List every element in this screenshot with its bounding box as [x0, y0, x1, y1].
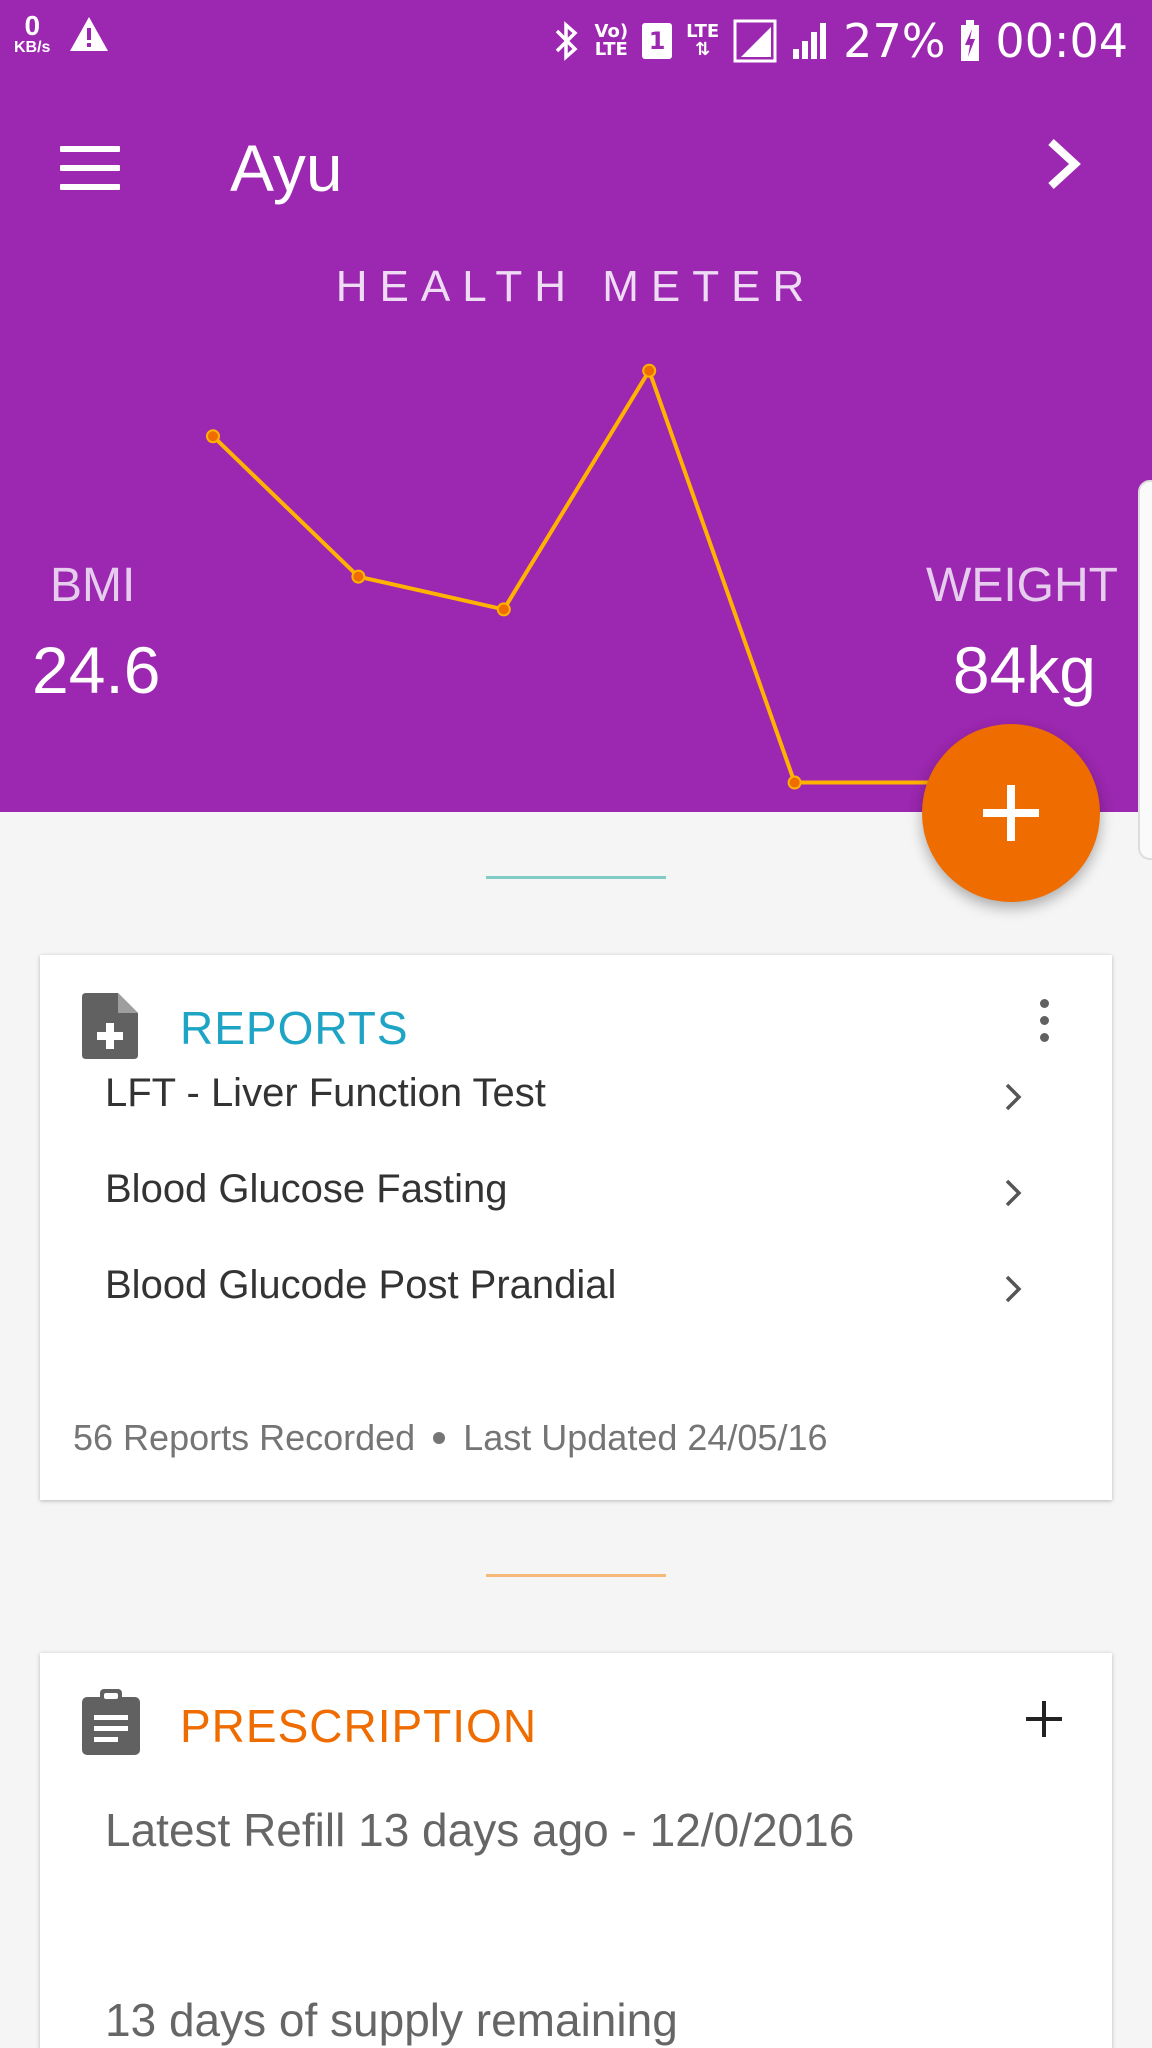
bmi-value: 24.6	[32, 633, 161, 707]
battery-charging-icon	[961, 20, 980, 61]
separator-dot	[433, 1432, 446, 1444]
data-point	[206, 429, 220, 444]
reports-title: REPORTS	[180, 1002, 409, 1054]
data-point	[642, 363, 657, 378]
reports-count: 56 Reports Recorded	[73, 1417, 416, 1458]
health-header: Ayu HEALTH METER BMI 24.6 WEIGHT 84kg	[0, 80, 1152, 812]
volte-bottom: LTE	[594, 39, 628, 60]
battery-percent: 27%	[843, 14, 946, 68]
report-item[interactable]: Blood Glucode Post Prandial	[105, 1249, 1085, 1329]
report-item-label: Blood Glucode Post Prandial	[105, 1263, 617, 1307]
section-divider	[486, 1574, 666, 1577]
report-item-label: Blood Glucose Fasting	[105, 1167, 508, 1211]
chevron-right-icon	[1005, 1275, 1022, 1303]
reports-footer: 56 Reports Recorded Last Updated 24/05/1…	[73, 1417, 828, 1459]
reports-last-updated: Last Updated 24/05/16	[463, 1417, 828, 1458]
clipboard-icon	[82, 1689, 140, 1755]
report-item[interactable]: Blood Glucose Fasting	[105, 1153, 1085, 1233]
weight-value: 84kg	[952, 633, 1096, 707]
bmi-label: BMI	[50, 559, 136, 612]
more-options-icon[interactable]	[1032, 999, 1056, 1049]
signal-icon-sim1	[733, 19, 777, 63]
latest-refill-text: Latest Refill 13 days ago - 12/0/2016	[105, 1804, 855, 1856]
section-divider	[486, 876, 666, 879]
signal-icon-sim2	[793, 23, 827, 59]
prescription-title: PRESCRIPTION	[180, 1700, 538, 1752]
status-bar: 0 KB/s Vo) LTE 1 LTE ⇅ 27% 00:04	[0, 0, 1152, 80]
volte-indicator: Vo) LTE	[595, 23, 629, 59]
clock: 00:04	[995, 14, 1128, 68]
chevron-right-icon	[1005, 1083, 1022, 1111]
series-line	[211, 366, 940, 785]
data-arrows-icon: ⇅	[695, 39, 711, 60]
add-button[interactable]	[922, 724, 1100, 902]
data-point	[787, 775, 802, 790]
add-prescription-icon[interactable]	[1022, 1697, 1066, 1741]
side-drawer-handle[interactable]	[1138, 480, 1152, 860]
sim-indicator: 1	[642, 23, 673, 59]
network-speed: 0 KB/s	[14, 12, 50, 56]
bluetooth-icon	[555, 21, 578, 61]
network-speed-unit: KB/s	[14, 39, 51, 56]
chevron-right-icon	[1005, 1179, 1022, 1207]
data-point	[351, 569, 366, 584]
network-speed-value: 0	[24, 10, 41, 41]
report-item-label: LFT - Liver Function Test	[105, 1071, 546, 1115]
lte-indicator: LTE ⇅	[686, 23, 719, 59]
supply-remaining-text: 13 days of supply remaining	[105, 1994, 678, 2046]
report-item[interactable]: LFT - Liver Function Test	[105, 1057, 1085, 1137]
add-document-icon	[82, 993, 138, 1059]
weight-label: WEIGHT	[926, 559, 1118, 612]
plus-icon	[983, 785, 1039, 841]
reports-card: REPORTS LFT - Liver Function Test Blood …	[40, 955, 1112, 1500]
prescription-card: PRESCRIPTION Latest Refill 13 days ago -…	[40, 1653, 1112, 2048]
warning-icon	[70, 17, 109, 51]
data-point	[496, 602, 511, 617]
